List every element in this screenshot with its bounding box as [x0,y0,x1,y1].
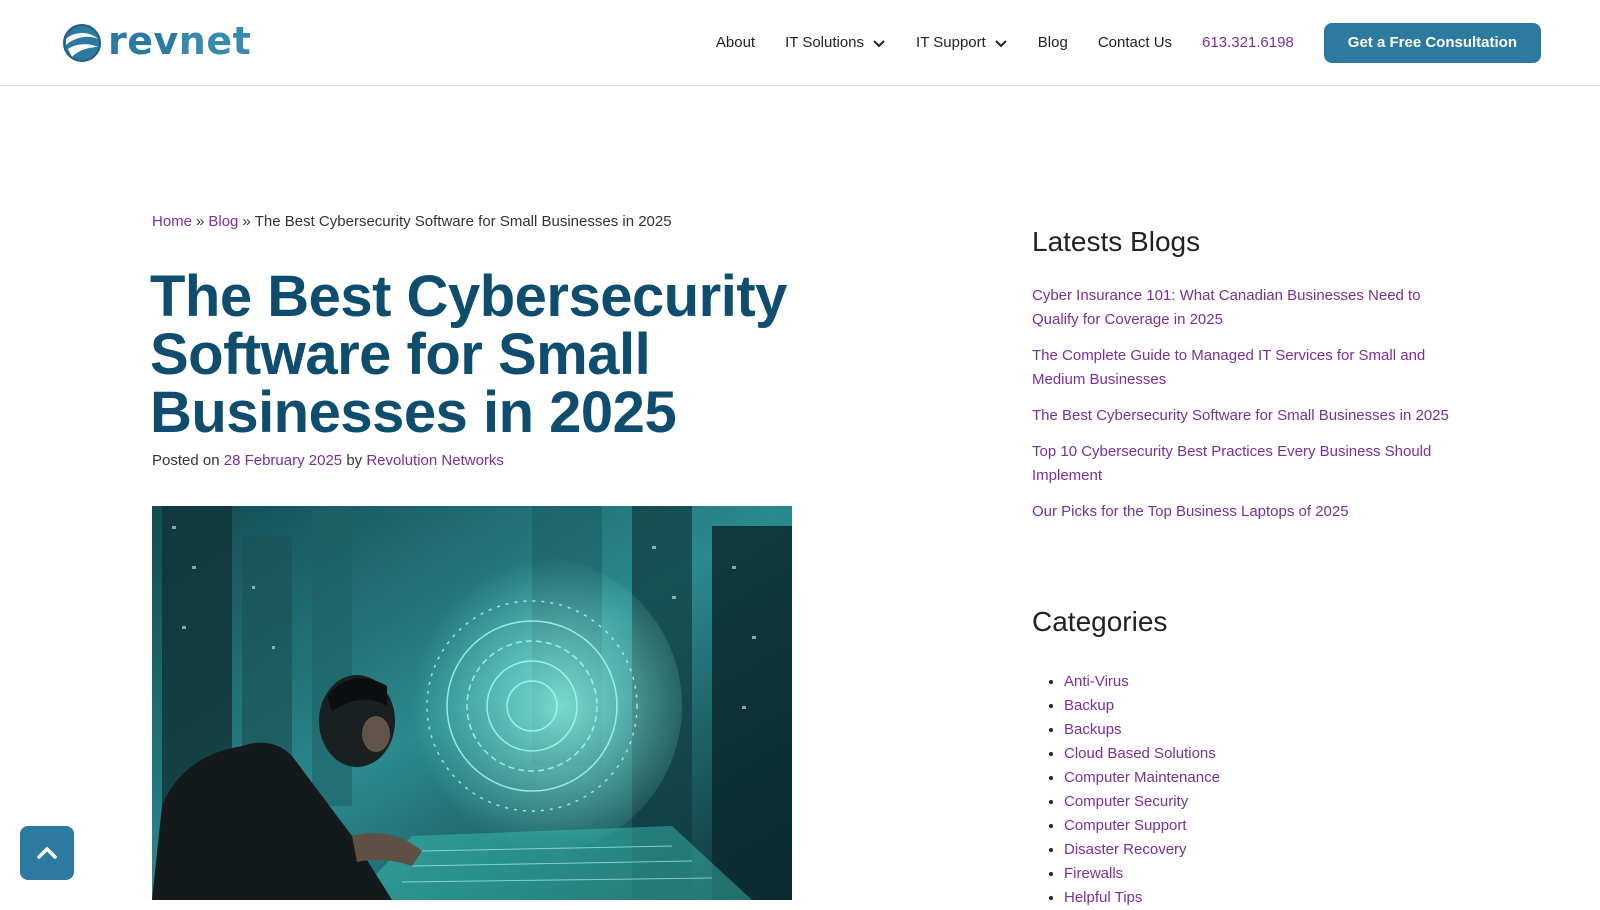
author-link[interactable]: Revolution Networks [366,452,504,469]
main-nav: About IT Solutions IT Support Blog Conta… [716,0,1600,85]
logo-wordmark-net: net [178,19,252,63]
list-item: Computer Maintenance [1064,766,1220,790]
list-item: Disaster Recovery [1064,838,1220,862]
back-to-top-button[interactable] [20,826,74,880]
list-item: Firewalls [1064,862,1220,886]
list-item: Anti-Virus [1064,670,1220,694]
site-logo[interactable]: revnet [60,21,251,63]
revnet-logo-icon [63,24,101,62]
list-item: The Best Cybersecurity Software for Smal… [1032,404,1452,428]
breadcrumb-home[interactable]: Home [152,213,192,230]
list-item: Computer Support [1064,814,1220,838]
breadcrumb-separator: » [196,213,205,230]
latest-blog-link[interactable]: The Complete Guide to Managed IT Service… [1032,347,1425,388]
nav-contact[interactable]: Contact Us [1098,34,1172,51]
list-item: Cloud Based Solutions [1064,742,1220,766]
phone-link[interactable]: 613.321.6198 [1202,34,1294,51]
chevron-down-icon [873,39,885,47]
breadcrumb-current: The Best Cybersecurity Software for Smal… [254,213,672,230]
man-at-holographic-computer-image [152,506,792,900]
category-link[interactable]: Helpful Tips [1064,889,1142,906]
categories-heading: Categories [1032,606,1168,637]
posted-on-label: Posted on [152,452,220,469]
category-link[interactable]: Anti-Virus [1064,673,1129,690]
list-item: Our Picks for the Top Business Laptops o… [1032,500,1452,524]
nav-it-solutions-label: IT Solutions [785,34,865,51]
category-link[interactable]: Computer Maintenance [1064,769,1220,786]
category-link[interactable]: Computer Security [1064,793,1188,810]
chevron-up-icon [37,847,57,859]
nav-it-support-label: IT Support [916,34,986,51]
post-date-link[interactable]: 28 February 2025 [224,452,342,469]
category-link[interactable]: Cloud Based Solutions [1064,745,1216,762]
nav-it-solutions[interactable]: IT Solutions [785,34,886,51]
page-title: The Best Cybersecurity Software for Smal… [150,264,787,445]
list-item: Top 10 Cybersecurity Best Practices Ever… [1032,440,1452,488]
latest-blogs-list: Cyber Insurance 101: What Canadian Busin… [1032,284,1452,536]
latest-blog-link[interactable]: Cyber Insurance 101: What Canadian Busin… [1032,287,1421,328]
nav-blog[interactable]: Blog [1038,34,1068,51]
category-link[interactable]: Disaster Recovery [1064,841,1187,858]
latest-blog-link[interactable]: Our Picks for the Top Business Laptops o… [1032,503,1349,520]
latest-blog-link[interactable]: The Best Cybersecurity Software for Smal… [1032,407,1449,424]
by-label: by [346,452,363,469]
list-item: Backup [1064,694,1220,718]
list-item: The Complete Guide to Managed IT Service… [1032,344,1452,392]
breadcrumb-separator: » [242,213,251,230]
list-item: Cyber Insurance 101: What Canadian Busin… [1032,284,1452,332]
latest-blogs-heading: Latests Blogs [1032,226,1201,257]
logo-wordmark: revnet [108,21,251,61]
featured-image [152,506,792,900]
category-link[interactable]: Computer Support [1064,817,1187,834]
category-link[interactable]: Backups [1064,721,1122,738]
latest-blog-link[interactable]: Top 10 Cybersecurity Best Practices Ever… [1032,443,1431,484]
free-consultation-button[interactable]: Get a Free Consultation [1323,22,1541,63]
site-header: revnet About IT Solutions IT Support Blo… [0,0,1600,86]
list-item: Backups [1064,718,1220,742]
category-link[interactable]: Firewalls [1064,865,1123,882]
breadcrumb-blog[interactable]: Blog [208,213,238,230]
nav-it-support[interactable]: IT Support [916,34,1008,51]
categories-list: Anti-Virus Backup Backups Cloud Based So… [1032,670,1220,910]
chevron-down-icon [995,39,1007,47]
breadcrumb: Home» Blog» The Best Cybersecurity Softwar… [152,213,672,230]
list-item: Computer Security [1064,790,1220,814]
post-meta: Posted on 28 February 2025 by Revolution… [152,452,504,469]
nav-about[interactable]: About [716,34,755,51]
logo-wordmark-rev: rev [108,19,179,63]
category-link[interactable]: Backup [1064,697,1114,714]
list-item: Helpful Tips [1064,886,1220,910]
